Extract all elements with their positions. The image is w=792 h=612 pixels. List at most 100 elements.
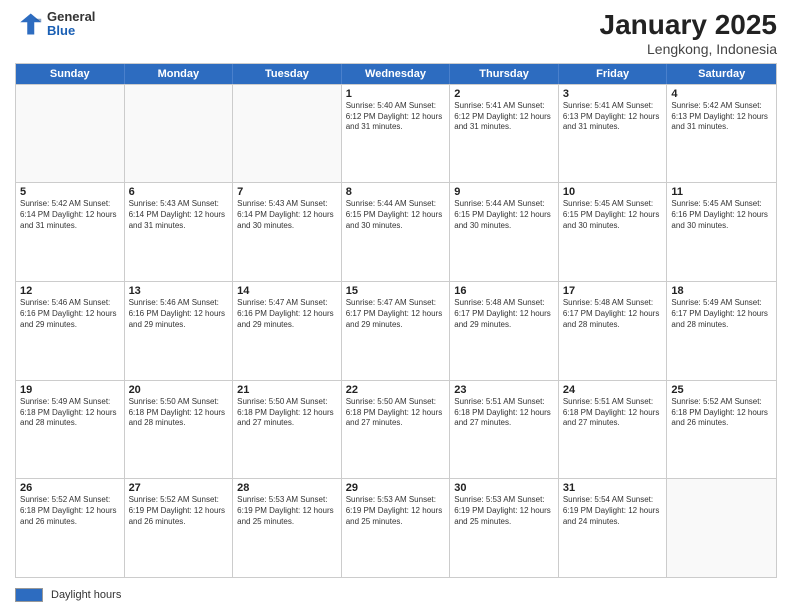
calendar: SundayMondayTuesdayWednesdayThursdayFrid… bbox=[15, 63, 777, 578]
day-info: Sunrise: 5:53 AM Sunset: 6:19 PM Dayligh… bbox=[237, 495, 337, 527]
day-number: 19 bbox=[20, 384, 120, 396]
calendar-week-4: 19Sunrise: 5:49 AM Sunset: 6:18 PM Dayli… bbox=[16, 380, 776, 479]
header-day-tuesday: Tuesday bbox=[233, 64, 342, 84]
day-info: Sunrise: 5:50 AM Sunset: 6:18 PM Dayligh… bbox=[129, 397, 229, 429]
day-number: 22 bbox=[346, 384, 446, 396]
page: General Blue January 2025 Lengkong, Indo… bbox=[0, 0, 792, 612]
calendar-day-21: 21Sunrise: 5:50 AM Sunset: 6:18 PM Dayli… bbox=[233, 381, 342, 479]
day-number: 6 bbox=[129, 186, 229, 198]
calendar-day-19: 19Sunrise: 5:49 AM Sunset: 6:18 PM Dayli… bbox=[16, 381, 125, 479]
calendar-day-9: 9Sunrise: 5:44 AM Sunset: 6:15 PM Daylig… bbox=[450, 183, 559, 281]
calendar-week-3: 12Sunrise: 5:46 AM Sunset: 6:16 PM Dayli… bbox=[16, 281, 776, 380]
calendar-empty-cell bbox=[125, 85, 234, 183]
day-number: 3 bbox=[563, 88, 663, 100]
daylight-swatch bbox=[15, 588, 43, 602]
calendar-day-15: 15Sunrise: 5:47 AM Sunset: 6:17 PM Dayli… bbox=[342, 282, 451, 380]
day-info: Sunrise: 5:42 AM Sunset: 6:14 PM Dayligh… bbox=[20, 199, 120, 231]
calendar-day-29: 29Sunrise: 5:53 AM Sunset: 6:19 PM Dayli… bbox=[342, 479, 451, 577]
logo-text: General Blue bbox=[47, 10, 95, 39]
day-number: 25 bbox=[671, 384, 772, 396]
day-number: 29 bbox=[346, 482, 446, 494]
day-number: 26 bbox=[20, 482, 120, 494]
day-info: Sunrise: 5:51 AM Sunset: 6:18 PM Dayligh… bbox=[563, 397, 663, 429]
day-info: Sunrise: 5:43 AM Sunset: 6:14 PM Dayligh… bbox=[237, 199, 337, 231]
calendar-day-3: 3Sunrise: 5:41 AM Sunset: 6:13 PM Daylig… bbox=[559, 85, 668, 183]
day-info: Sunrise: 5:44 AM Sunset: 6:15 PM Dayligh… bbox=[346, 199, 446, 231]
calendar-day-16: 16Sunrise: 5:48 AM Sunset: 6:17 PM Dayli… bbox=[450, 282, 559, 380]
calendar-day-14: 14Sunrise: 5:47 AM Sunset: 6:16 PM Dayli… bbox=[233, 282, 342, 380]
calendar-day-23: 23Sunrise: 5:51 AM Sunset: 6:18 PM Dayli… bbox=[450, 381, 559, 479]
day-info: Sunrise: 5:41 AM Sunset: 6:12 PM Dayligh… bbox=[454, 101, 554, 133]
day-info: Sunrise: 5:41 AM Sunset: 6:13 PM Dayligh… bbox=[563, 101, 663, 133]
header-day-wednesday: Wednesday bbox=[342, 64, 451, 84]
day-number: 21 bbox=[237, 384, 337, 396]
day-number: 15 bbox=[346, 285, 446, 297]
header-day-friday: Friday bbox=[559, 64, 668, 84]
calendar-day-10: 10Sunrise: 5:45 AM Sunset: 6:15 PM Dayli… bbox=[559, 183, 668, 281]
calendar-day-13: 13Sunrise: 5:46 AM Sunset: 6:16 PM Dayli… bbox=[125, 282, 234, 380]
day-number: 4 bbox=[671, 88, 772, 100]
day-number: 18 bbox=[671, 285, 772, 297]
calendar-day-30: 30Sunrise: 5:53 AM Sunset: 6:19 PM Dayli… bbox=[450, 479, 559, 577]
page-subtitle: Lengkong, Indonesia bbox=[600, 41, 777, 57]
day-info: Sunrise: 5:43 AM Sunset: 6:14 PM Dayligh… bbox=[129, 199, 229, 231]
day-info: Sunrise: 5:48 AM Sunset: 6:17 PM Dayligh… bbox=[454, 298, 554, 330]
header-day-saturday: Saturday bbox=[667, 64, 776, 84]
header-day-monday: Monday bbox=[125, 64, 234, 84]
day-number: 20 bbox=[129, 384, 229, 396]
day-info: Sunrise: 5:50 AM Sunset: 6:18 PM Dayligh… bbox=[346, 397, 446, 429]
day-number: 11 bbox=[671, 186, 772, 198]
footer-label: Daylight hours bbox=[51, 589, 121, 601]
day-number: 30 bbox=[454, 482, 554, 494]
header-day-sunday: Sunday bbox=[16, 64, 125, 84]
day-number: 17 bbox=[563, 285, 663, 297]
calendar-day-28: 28Sunrise: 5:53 AM Sunset: 6:19 PM Dayli… bbox=[233, 479, 342, 577]
day-info: Sunrise: 5:44 AM Sunset: 6:15 PM Dayligh… bbox=[454, 199, 554, 231]
calendar-day-2: 2Sunrise: 5:41 AM Sunset: 6:12 PM Daylig… bbox=[450, 85, 559, 183]
header: General Blue January 2025 Lengkong, Indo… bbox=[15, 10, 777, 57]
day-number: 9 bbox=[454, 186, 554, 198]
day-number: 10 bbox=[563, 186, 663, 198]
title-block: January 2025 Lengkong, Indonesia bbox=[600, 10, 777, 57]
day-info: Sunrise: 5:52 AM Sunset: 6:18 PM Dayligh… bbox=[671, 397, 772, 429]
calendar-day-27: 27Sunrise: 5:52 AM Sunset: 6:19 PM Dayli… bbox=[125, 479, 234, 577]
day-number: 27 bbox=[129, 482, 229, 494]
day-info: Sunrise: 5:47 AM Sunset: 6:16 PM Dayligh… bbox=[237, 298, 337, 330]
calendar-day-6: 6Sunrise: 5:43 AM Sunset: 6:14 PM Daylig… bbox=[125, 183, 234, 281]
day-number: 1 bbox=[346, 88, 446, 100]
calendar-empty-cell bbox=[667, 479, 776, 577]
day-info: Sunrise: 5:46 AM Sunset: 6:16 PM Dayligh… bbox=[129, 298, 229, 330]
day-info: Sunrise: 5:54 AM Sunset: 6:19 PM Dayligh… bbox=[563, 495, 663, 527]
day-info: Sunrise: 5:42 AM Sunset: 6:13 PM Dayligh… bbox=[671, 101, 772, 133]
day-info: Sunrise: 5:46 AM Sunset: 6:16 PM Dayligh… bbox=[20, 298, 120, 330]
calendar-body: 1Sunrise: 5:40 AM Sunset: 6:12 PM Daylig… bbox=[16, 84, 776, 577]
day-number: 12 bbox=[20, 285, 120, 297]
day-info: Sunrise: 5:48 AM Sunset: 6:17 PM Dayligh… bbox=[563, 298, 663, 330]
day-info: Sunrise: 5:49 AM Sunset: 6:17 PM Dayligh… bbox=[671, 298, 772, 330]
calendar-empty-cell bbox=[16, 85, 125, 183]
day-number: 8 bbox=[346, 186, 446, 198]
calendar-day-26: 26Sunrise: 5:52 AM Sunset: 6:18 PM Dayli… bbox=[16, 479, 125, 577]
calendar-day-5: 5Sunrise: 5:42 AM Sunset: 6:14 PM Daylig… bbox=[16, 183, 125, 281]
day-number: 16 bbox=[454, 285, 554, 297]
day-number: 14 bbox=[237, 285, 337, 297]
calendar-day-17: 17Sunrise: 5:48 AM Sunset: 6:17 PM Dayli… bbox=[559, 282, 668, 380]
day-info: Sunrise: 5:45 AM Sunset: 6:15 PM Dayligh… bbox=[563, 199, 663, 231]
calendar-week-1: 1Sunrise: 5:40 AM Sunset: 6:12 PM Daylig… bbox=[16, 84, 776, 183]
day-number: 5 bbox=[20, 186, 120, 198]
day-number: 2 bbox=[454, 88, 554, 100]
page-title: January 2025 bbox=[600, 10, 777, 41]
logo-general: General bbox=[47, 10, 95, 24]
day-number: 23 bbox=[454, 384, 554, 396]
day-info: Sunrise: 5:45 AM Sunset: 6:16 PM Dayligh… bbox=[671, 199, 772, 231]
calendar-empty-cell bbox=[233, 85, 342, 183]
day-info: Sunrise: 5:40 AM Sunset: 6:12 PM Dayligh… bbox=[346, 101, 446, 133]
footer: Daylight hours bbox=[15, 584, 777, 602]
calendar-day-18: 18Sunrise: 5:49 AM Sunset: 6:17 PM Dayli… bbox=[667, 282, 776, 380]
calendar-day-31: 31Sunrise: 5:54 AM Sunset: 6:19 PM Dayli… bbox=[559, 479, 668, 577]
day-info: Sunrise: 5:51 AM Sunset: 6:18 PM Dayligh… bbox=[454, 397, 554, 429]
calendar-week-2: 5Sunrise: 5:42 AM Sunset: 6:14 PM Daylig… bbox=[16, 182, 776, 281]
day-info: Sunrise: 5:47 AM Sunset: 6:17 PM Dayligh… bbox=[346, 298, 446, 330]
calendar-day-22: 22Sunrise: 5:50 AM Sunset: 6:18 PM Dayli… bbox=[342, 381, 451, 479]
day-info: Sunrise: 5:49 AM Sunset: 6:18 PM Dayligh… bbox=[20, 397, 120, 429]
